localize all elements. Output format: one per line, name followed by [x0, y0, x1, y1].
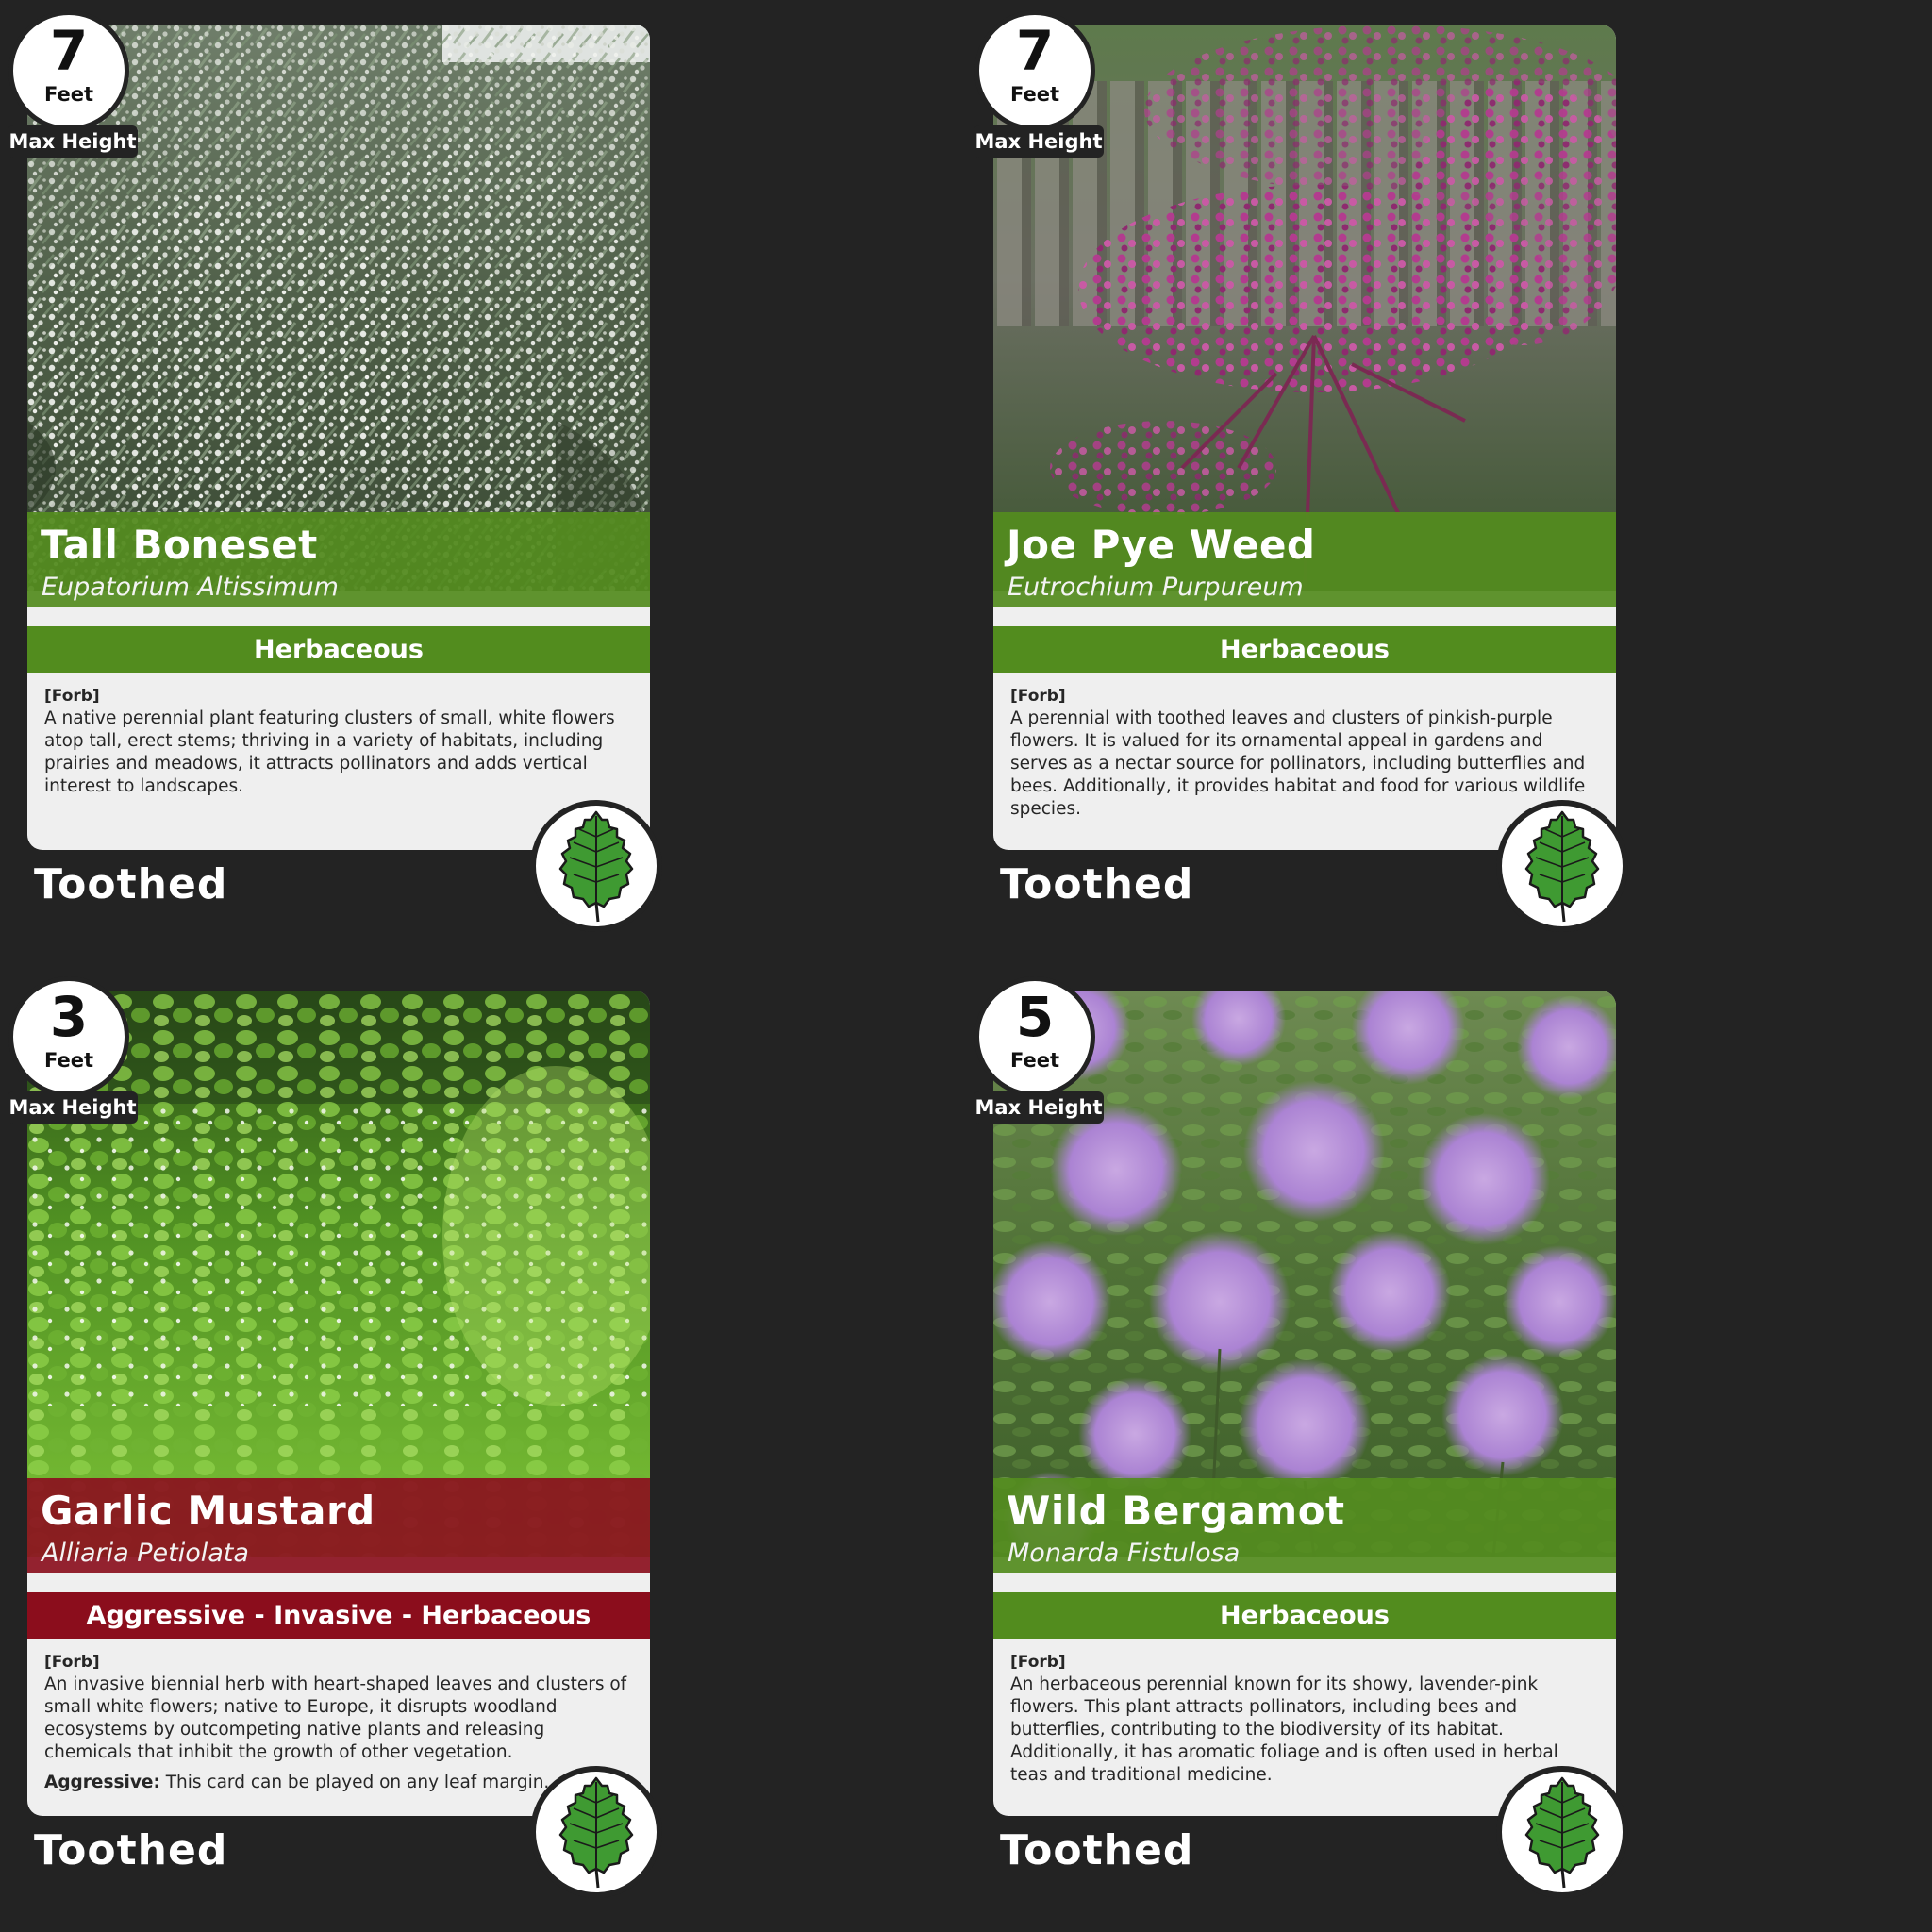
green-groundcover-photo [27, 991, 650, 1557]
leaf-margin-label: Toothed [1000, 860, 1194, 908]
plant-type-tag: [Forb] [44, 687, 100, 706]
leaf-margin-badge [1496, 1766, 1628, 1898]
leaf-margin-badge [530, 1766, 662, 1898]
description-text: A perennial with toothed leaves and clus… [1010, 708, 1586, 819]
description-text: An invasive biennial herb with heart-sha… [44, 1674, 627, 1762]
category-label: Herbaceous [993, 1592, 1616, 1639]
scientific-name: Eupatorium Altissimum [42, 573, 339, 602]
category-label: Herbaceous [27, 626, 650, 673]
leaf-margin-label: Toothed [1000, 1826, 1194, 1874]
scientific-name: Monarda Fistulosa [1008, 1539, 1241, 1568]
max-height-label: Max Height [8, 1091, 138, 1124]
max-height-badge: 7 Feet [974, 10, 1095, 131]
height-value: 7 [1015, 19, 1055, 83]
title-band: Wild Bergamot Monarda Fistulosa [993, 1478, 1616, 1573]
toothed-leaf-icon [558, 810, 634, 923]
aggressive-rule-text: This card can be played on any leaf marg… [159, 1773, 550, 1792]
description: [Forb] A perennial with toothed leaves a… [1010, 685, 1595, 821]
common-name: Garlic Mustard [41, 1488, 375, 1534]
scientific-name: Eutrochium Purpureum [1008, 573, 1304, 602]
plant-photo [27, 25, 650, 591]
max-height-label: Max Height [8, 125, 138, 158]
height-unit: Feet [1009, 83, 1060, 106]
max-height-badge: 5 Feet [974, 976, 1095, 1097]
common-name: Joe Pye Weed [1007, 522, 1316, 568]
plant-type-tag: [Forb] [1010, 687, 1066, 706]
toothed-leaf-icon [1524, 1776, 1600, 1889]
description: [Forb] An herbaceous perennial known for… [1010, 1651, 1595, 1787]
aggressive-rule: Aggressive: This card can be played on a… [44, 1772, 629, 1794]
plant-photo [993, 991, 1616, 1557]
toothed-leaf-icon [1524, 810, 1600, 923]
plant-photo [27, 991, 650, 1557]
max-height-badge: 7 Feet [8, 10, 129, 131]
description: [Forb] A native perennial plant featurin… [44, 685, 629, 798]
category-label: Aggressive - Invasive - Herbaceous [27, 1592, 650, 1639]
aggressive-rule-label: Aggressive: [44, 1773, 160, 1792]
leaf-margin-badge [530, 800, 662, 932]
leaf-margin-badge [1496, 800, 1628, 932]
common-name: Tall Boneset [41, 522, 318, 568]
height-unit: Feet [43, 1049, 94, 1072]
description-text: A native perennial plant featuring clust… [44, 708, 615, 796]
max-height-label: Max Height [974, 125, 1104, 158]
plant-type-tag: [Forb] [1010, 1653, 1066, 1672]
plant-type-tag: [Forb] [44, 1653, 100, 1672]
height-value: 5 [1015, 985, 1055, 1049]
title-band: Garlic Mustard Alliaria Petiolata [27, 1478, 650, 1573]
description: [Forb] An invasive biennial herb with he… [44, 1651, 629, 1794]
height-value: 3 [49, 985, 89, 1049]
lavender-flowers-photo [993, 991, 1616, 1557]
pink-flower-cluster-photo [993, 25, 1616, 591]
category-label: Herbaceous [993, 626, 1616, 673]
height-unit: Feet [43, 83, 94, 106]
title-band: Tall Boneset Eupatorium Altissimum [27, 512, 650, 607]
common-name: Wild Bergamot [1007, 1488, 1345, 1534]
description-text: An herbaceous perennial known for its sh… [1010, 1674, 1558, 1785]
leaf-margin-label: Toothed [34, 1826, 228, 1874]
scientific-name: Alliaria Petiolata [42, 1539, 249, 1568]
leaf-margin-label: Toothed [34, 860, 228, 908]
white-flowering-shrub-photo [27, 25, 650, 591]
plant-photo [993, 25, 1616, 591]
height-unit: Feet [1009, 1049, 1060, 1072]
max-height-badge: 3 Feet [8, 976, 129, 1097]
toothed-leaf-icon [558, 1776, 634, 1889]
height-value: 7 [49, 19, 89, 83]
max-height-label: Max Height [974, 1091, 1104, 1124]
title-band: Joe Pye Weed Eutrochium Purpureum [993, 512, 1616, 607]
